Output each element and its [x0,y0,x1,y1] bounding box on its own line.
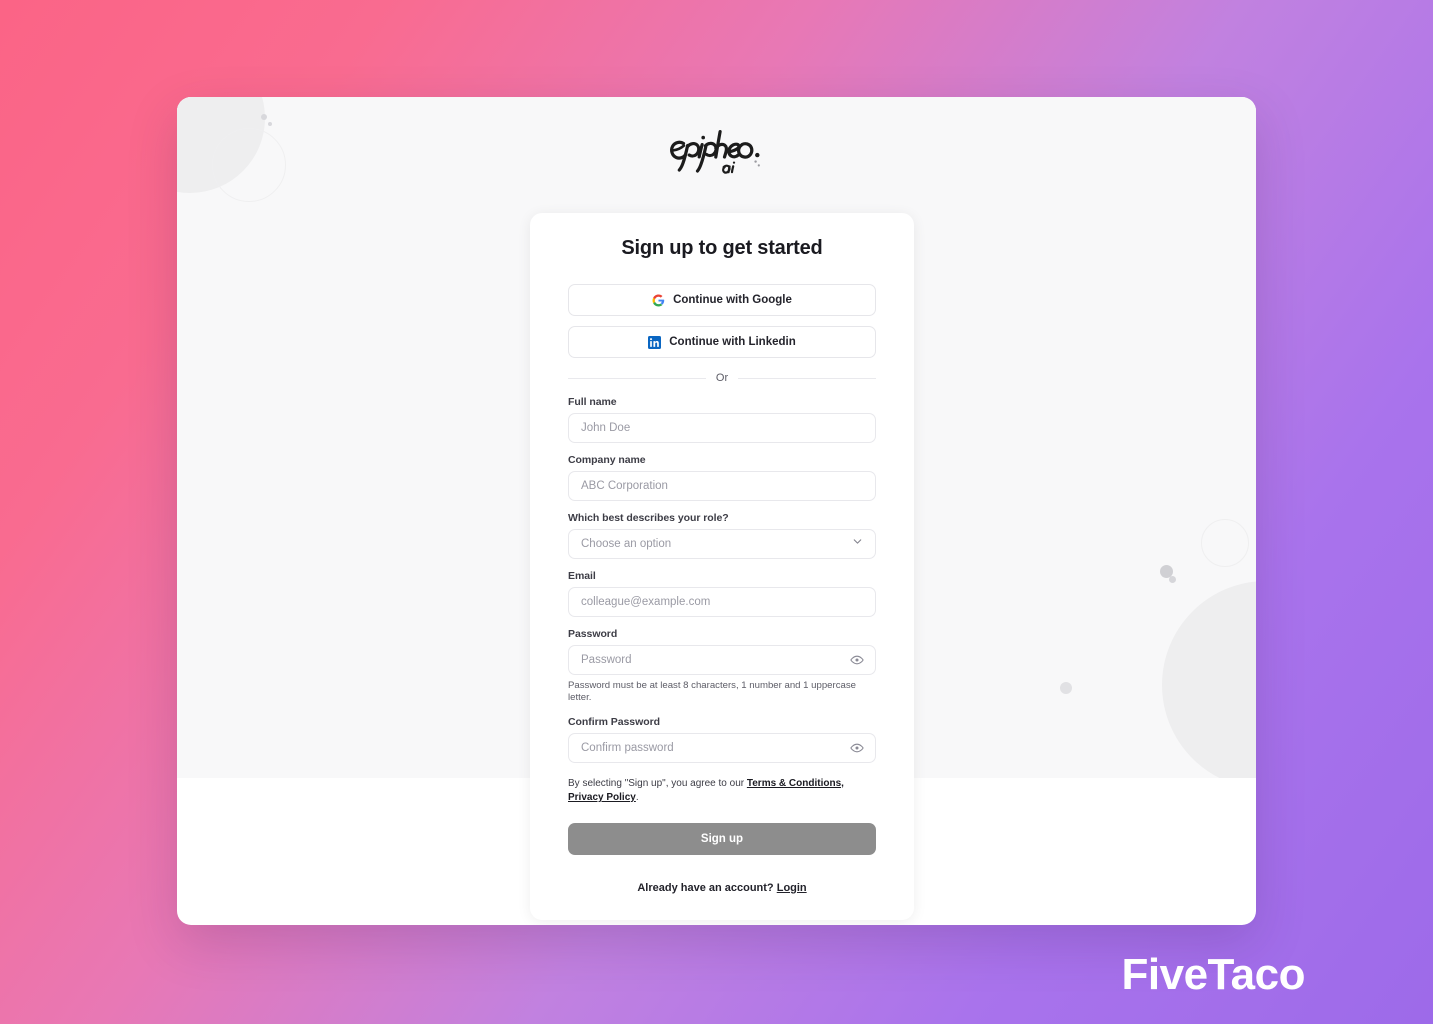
confirm-password-label: Confirm Password [568,715,660,728]
decorative-circle-right [1162,581,1256,778]
google-icon [652,294,665,307]
decorative-dot-right-2 [1169,576,1176,583]
password-label: Password [568,628,618,640]
role-label: Which best describes your role? [568,512,729,524]
continue-with-google-button[interactable]: Continue with Google [568,284,876,316]
continue-with-linkedin-button[interactable]: Continue with Linkedin [568,326,876,358]
continue-with-google-label: Continue with Google [673,294,792,306]
full-name-field-group: Full name [568,396,876,443]
decorative-ring-right [1201,519,1249,567]
full-name-label: Full name [568,396,617,408]
browser-window: Sign up to get started Continue with Goo… [177,97,1256,925]
email-label: Email [568,570,596,582]
decorative-dot-right-3 [1060,682,1072,694]
full-name-input-shell[interactable] [568,413,876,443]
email-field-group: Email [568,570,876,617]
email-input[interactable] [569,588,875,616]
terms-suffix: . [635,792,639,804]
terms-prefix: By selecting "Sign up", you agree to our [568,777,747,789]
decorative-dot-top-left-1 [261,114,267,120]
divider-line-right [738,377,877,379]
epipheo-logo-icon [669,130,760,174]
role-field-group: Which best describes your role? Choose a… [568,512,876,559]
login-link[interactable]: Login [777,882,807,894]
email-input-shell[interactable] [568,587,876,617]
password-hint: Password must be at least 8 characters, … [568,680,856,704]
brand-logo [177,123,1256,181]
page-title: Sign up to get started [621,237,823,259]
company-name-input[interactable] [569,472,875,500]
chevron-down-icon [851,535,864,553]
company-name-field-group: Company name [568,454,876,501]
show-confirm-password-eye-icon[interactable] [850,741,864,755]
company-name-label: Company name [568,454,646,466]
terms-and-conditions-link[interactable]: Terms & Conditions, [747,778,844,789]
company-name-input-shell[interactable] [568,471,876,501]
sign-up-button[interactable]: Sign up [568,822,876,855]
login-prompt: Already have an account? Login [568,882,876,894]
password-input[interactable] [569,646,875,674]
full-name-input[interactable] [569,414,875,442]
divider-label: Or [715,372,729,384]
terms-text: By selecting "Sign up", you agree to our… [568,777,876,806]
divider: Or [568,372,877,384]
signup-card: Sign up to get started Continue with Goo… [530,213,914,920]
role-select-value: Choose an option [581,538,672,550]
divider-line-left [568,377,706,379]
confirm-password-input-shell[interactable] [568,732,876,763]
role-select[interactable]: Choose an option [568,529,876,559]
linkedin-icon [648,335,662,349]
password-input-shell[interactable] [568,645,876,675]
fivetaco-watermark: FiveTaco [1121,950,1306,999]
confirm-password-field-group: Confirm Password [568,716,876,763]
privacy-policy-link[interactable]: Privacy Policy [568,792,636,803]
login-prompt-text: Already have an account? [637,881,777,894]
show-password-eye-icon[interactable] [850,653,864,667]
confirm-password-input[interactable] [569,733,875,762]
password-field-group: Password Password must be at least 8 cha… [568,628,876,705]
continue-with-linkedin-label: Continue with Linkedin [669,336,796,348]
